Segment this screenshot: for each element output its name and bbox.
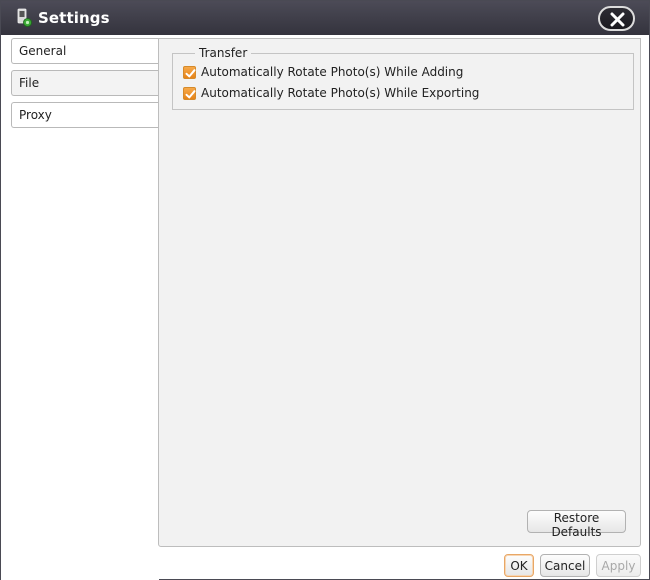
cancel-button[interactable]: Cancel: [540, 554, 590, 577]
apply-button[interactable]: Apply: [596, 554, 641, 577]
settings-sidebar: General File Proxy: [1, 35, 159, 580]
tab-general-label: General: [19, 44, 67, 58]
file-settings-panel: Transfer Automatically Rotate Photo(s) W…: [158, 38, 641, 547]
tab-general[interactable]: General: [11, 38, 159, 64]
close-button[interactable]: [598, 6, 635, 31]
settings-window: Settings General File Proxy Transfer Aut…: [0, 0, 650, 580]
transfer-group: Transfer Automatically Rotate Photo(s) W…: [172, 46, 634, 110]
restore-defaults-button[interactable]: Restore Defaults: [527, 510, 626, 539]
window-title: Settings: [38, 9, 110, 27]
ok-button[interactable]: OK: [504, 554, 534, 577]
tab-proxy[interactable]: Proxy: [11, 102, 159, 128]
rotate-while-exporting-checkbox[interactable]: [183, 87, 196, 100]
tab-file-label: File: [19, 76, 40, 90]
tab-proxy-label: Proxy: [19, 108, 52, 122]
checkmark-icon: [185, 69, 196, 78]
camera-phone-icon: [15, 8, 33, 28]
tab-file[interactable]: File: [11, 70, 159, 96]
close-icon: [610, 12, 625, 27]
transfer-group-legend: Transfer: [195, 46, 252, 60]
rotate-while-adding-label: Automatically Rotate Photo(s) While Addi…: [201, 65, 464, 79]
checkmark-icon: [185, 90, 196, 99]
rotate-while-exporting-label: Automatically Rotate Photo(s) While Expo…: [201, 86, 480, 100]
rotate-while-adding-checkbox[interactable]: [183, 66, 196, 79]
title-bar[interactable]: Settings: [1, 1, 649, 35]
